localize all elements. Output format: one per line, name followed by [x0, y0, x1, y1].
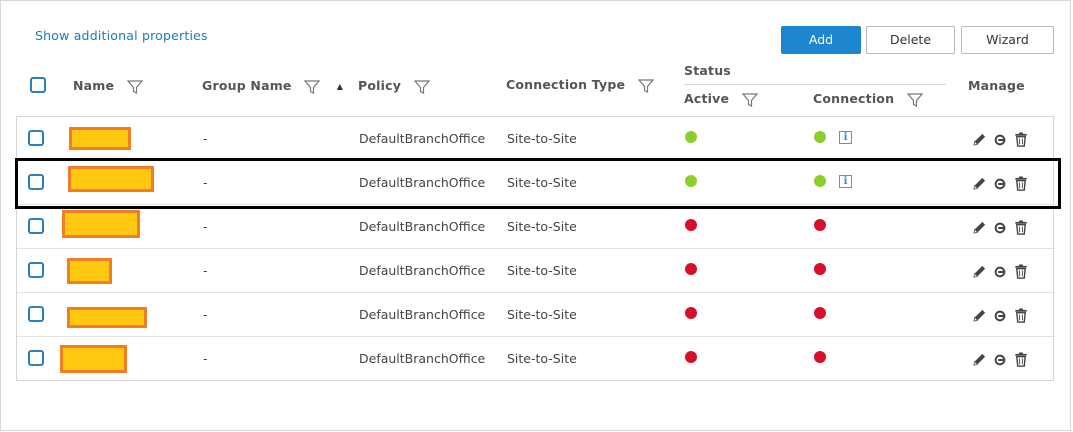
column-header-active-label: Active	[684, 91, 730, 106]
connection-status-dot	[814, 131, 826, 143]
row-checkbox[interactable]	[28, 306, 44, 322]
connection-status-dot	[814, 307, 826, 319]
column-header-manage: Manage	[968, 78, 1025, 93]
wizard-button[interactable]: Wizard	[961, 26, 1054, 54]
column-header-policy-label: Policy	[358, 78, 402, 93]
column-header-name-label: Name	[73, 78, 115, 93]
active-status-dot	[685, 307, 697, 319]
filter-icon[interactable]	[304, 79, 321, 95]
redacted-name	[69, 127, 131, 150]
delete-button[interactable]: Delete	[866, 26, 955, 54]
trash-icon[interactable]	[1014, 132, 1028, 147]
policy-cell: DefaultBranchOffice	[359, 351, 486, 366]
policy-cell: DefaultBranchOffice	[359, 307, 486, 322]
add-button[interactable]: Add	[781, 26, 861, 54]
group-name-cell: -	[203, 175, 208, 190]
column-header-group-name[interactable]: Group Name ▲	[202, 78, 343, 95]
connection-status-dot	[814, 175, 826, 187]
connection-type-cell: Site-to-Site	[507, 263, 577, 278]
table-row[interactable]: - DefaultBranchOffice Site-to-Site	[17, 249, 1055, 293]
trash-icon[interactable]	[1014, 220, 1028, 235]
link-icon[interactable]	[993, 265, 1007, 279]
edit-icon[interactable]	[972, 352, 987, 367]
edit-icon[interactable]	[972, 264, 987, 279]
connection-type-cell: Site-to-Site	[507, 307, 577, 322]
select-all-checkbox[interactable]	[30, 77, 46, 93]
group-name-cell: -	[203, 219, 208, 234]
redacted-name	[67, 258, 112, 284]
connection-type-cell: Site-to-Site	[507, 131, 577, 146]
trash-icon[interactable]	[1014, 176, 1028, 191]
filter-icon[interactable]	[413, 79, 430, 95]
link-icon[interactable]	[993, 353, 1007, 367]
link-icon[interactable]	[993, 177, 1007, 191]
column-header-policy[interactable]: Policy	[358, 78, 430, 95]
info-icon[interactable]: i	[839, 131, 852, 144]
table-body: - DefaultBranchOffice Site-to-Site i - D…	[16, 116, 1055, 381]
link-icon[interactable]	[993, 133, 1007, 147]
status-divider	[684, 84, 946, 85]
trash-icon[interactable]	[1014, 308, 1028, 323]
show-additional-properties-link[interactable]: Show additional properties	[35, 28, 208, 43]
policy-cell: DefaultBranchOffice	[359, 263, 486, 278]
trash-icon[interactable]	[1014, 264, 1028, 279]
filter-icon[interactable]	[741, 92, 758, 108]
column-header-status: Status	[684, 63, 731, 78]
column-header-active[interactable]: Active	[684, 91, 758, 108]
connection-status-dot	[814, 351, 826, 363]
link-icon[interactable]	[993, 309, 1007, 323]
table-row[interactable]: - DefaultBranchOffice Site-to-Site i	[17, 117, 1055, 161]
filter-icon[interactable]	[906, 92, 923, 108]
redacted-name	[62, 210, 140, 238]
column-header-name[interactable]: Name	[73, 78, 143, 95]
policy-cell: DefaultBranchOffice	[359, 175, 486, 190]
connection-status-dot	[814, 263, 826, 275]
group-name-cell: -	[203, 131, 208, 146]
row-checkbox[interactable]	[28, 218, 44, 234]
policy-cell: DefaultBranchOffice	[359, 219, 486, 234]
table-row[interactable]: - DefaultBranchOffice Site-to-Site	[17, 337, 1055, 381]
active-status-dot	[685, 175, 697, 187]
column-header-connection-label: Connection	[813, 91, 895, 106]
redacted-name	[67, 307, 147, 328]
active-status-dot	[685, 263, 697, 275]
column-header-connection-type[interactable]: Connection Type	[506, 77, 654, 94]
policy-cell: DefaultBranchOffice	[359, 131, 486, 146]
column-header-connection-type-label: Connection Type	[506, 77, 626, 92]
table-row[interactable]: - DefaultBranchOffice Site-to-Site	[17, 205, 1055, 249]
connection-type-cell: Site-to-Site	[507, 175, 577, 190]
edit-icon[interactable]	[972, 132, 987, 147]
row-checkbox[interactable]	[28, 174, 44, 190]
group-name-cell: -	[203, 263, 208, 278]
group-name-cell: -	[203, 307, 208, 322]
edit-icon[interactable]	[972, 176, 987, 191]
filter-icon[interactable]	[126, 79, 143, 95]
table-row[interactable]: - DefaultBranchOffice Site-to-Site i	[17, 161, 1055, 205]
table-row[interactable]: - DefaultBranchOffice Site-to-Site	[17, 293, 1055, 337]
connection-type-cell: Site-to-Site	[507, 351, 577, 366]
row-checkbox[interactable]	[28, 262, 44, 278]
sort-ascending-icon[interactable]: ▲	[337, 82, 343, 91]
active-status-dot	[685, 351, 697, 363]
link-icon[interactable]	[993, 221, 1007, 235]
filter-icon[interactable]	[637, 78, 654, 94]
active-status-dot	[685, 131, 697, 143]
connections-table: Name Group Name ▲ Policy Connection Type…	[16, 56, 1055, 381]
connection-status-dot	[814, 219, 826, 231]
redacted-name	[68, 166, 154, 192]
row-checkbox[interactable]	[28, 350, 44, 366]
edit-icon[interactable]	[972, 308, 987, 323]
row-checkbox[interactable]	[28, 130, 44, 146]
group-name-cell: -	[203, 351, 208, 366]
trash-icon[interactable]	[1014, 352, 1028, 367]
redacted-name	[60, 345, 127, 373]
edit-icon[interactable]	[972, 220, 987, 235]
column-header-group-name-label: Group Name	[202, 78, 292, 93]
info-icon[interactable]: i	[839, 175, 852, 188]
column-header-connection[interactable]: Connection	[813, 91, 923, 108]
connection-type-cell: Site-to-Site	[507, 219, 577, 234]
active-status-dot	[685, 219, 697, 231]
